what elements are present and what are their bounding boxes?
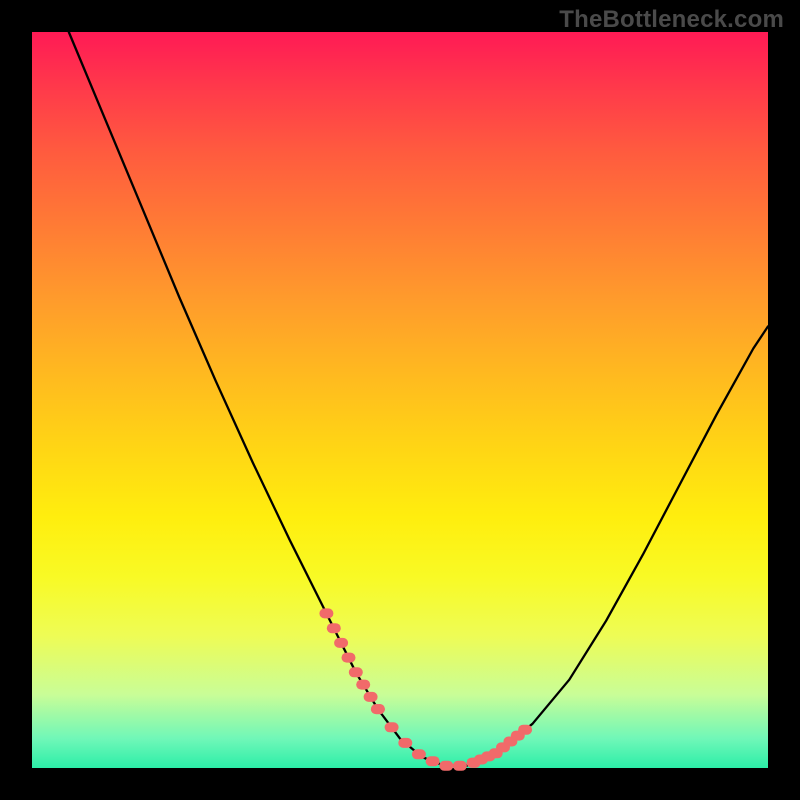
paint-dab xyxy=(385,722,399,732)
paint-dab xyxy=(426,756,440,766)
paint-dab xyxy=(319,608,333,618)
series-curve xyxy=(69,32,768,766)
paint-dab xyxy=(334,638,348,648)
paint-dab xyxy=(398,738,412,748)
paint-dab xyxy=(518,725,532,735)
paint-dab xyxy=(439,761,453,771)
chart-svg xyxy=(32,32,768,768)
paint-dab xyxy=(364,692,378,702)
paint-dab xyxy=(356,680,370,690)
paint-dab xyxy=(342,653,356,663)
paint-dab xyxy=(371,704,385,714)
paint-dab xyxy=(327,623,341,633)
paint-dab xyxy=(412,749,426,759)
paint-dab xyxy=(349,667,363,677)
paint-dab xyxy=(453,761,467,771)
watermark-label: TheBottleneck.com xyxy=(559,6,784,34)
chart-frame: TheBottleneck.com xyxy=(0,0,800,800)
curve-line xyxy=(69,32,768,766)
paint-bands xyxy=(319,608,532,770)
